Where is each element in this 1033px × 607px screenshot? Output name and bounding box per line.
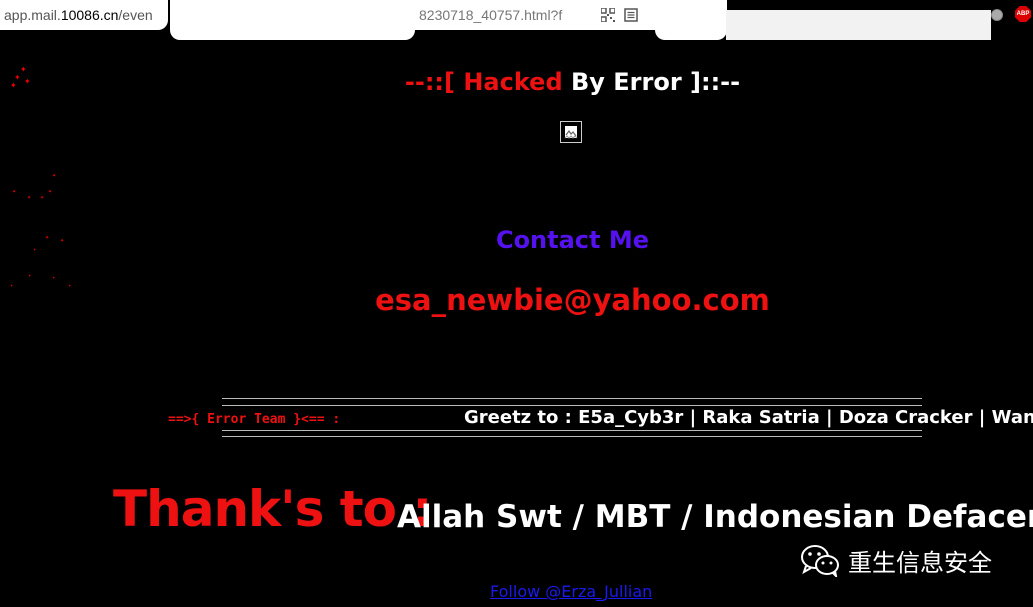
sparkle-icon: ✦: [48, 189, 53, 195]
contact-title: Contact Me: [495, 226, 650, 254]
qr-code-icon[interactable]: [601, 8, 615, 22]
url-domain: 10086.cn: [60, 7, 119, 23]
thanks-label: Thank's to :: [113, 480, 432, 538]
follow-link[interactable]: Follow @Erza_Jullian: [490, 582, 652, 601]
sparkle-icon: ✦: [28, 273, 32, 278]
wechat-icon: [801, 545, 839, 577]
url-mid-text: 8230718_40757.html?f: [419, 7, 563, 23]
url-prefix: app.mail.: [4, 7, 61, 23]
browser-toolbar: app.mail.10086.cn/even 8230718_40757.htm…: [0, 0, 1033, 40]
sparkle-icon: ✦: [40, 195, 45, 201]
tab-shape: [170, 0, 415, 40]
watermark-text: 重生信息安全: [848, 548, 992, 577]
broken-image-icon: [560, 121, 582, 143]
toolbar-blank-area: [726, 10, 991, 40]
watermark: 重生信息安全: [800, 540, 992, 580]
contact-email: esa_newbie@yahoo.com: [375, 283, 770, 317]
url-suffix: /even: [118, 7, 153, 23]
sparkle-icon: ✦: [52, 275, 56, 280]
thanks-list: Allah Swt / MBT / Indonesian Defacer /: [397, 499, 1033, 535]
adblock-plus-icon[interactable]: ABP: [1015, 6, 1031, 22]
hacked-title: --::[ Hacked By Error ]::--: [0, 68, 1033, 96]
sparkle-icon: ✦: [12, 189, 17, 195]
reader-icon[interactable]: [624, 8, 638, 22]
sparkle-icon: ✦: [27, 195, 32, 201]
title-hacked: Hacked: [454, 68, 563, 96]
title-prefix: --::[: [404, 68, 455, 96]
tab-shape-right: [655, 0, 727, 40]
extension-icon[interactable]: [991, 9, 1003, 21]
team-label: ==>{ Error Team }<== :: [168, 412, 341, 427]
greetz-marquee-text: Greetz to : E5a_Cyb3r | Raka Satria | Do…: [464, 407, 1033, 428]
sparkle-icon: ✦: [52, 173, 57, 179]
address-bar-mid[interactable]: 8230718_40757.html?f: [415, 0, 655, 30]
address-bar-left[interactable]: app.mail.10086.cn/even: [0, 0, 168, 30]
title-suffix: By Error ]::--: [562, 68, 741, 96]
